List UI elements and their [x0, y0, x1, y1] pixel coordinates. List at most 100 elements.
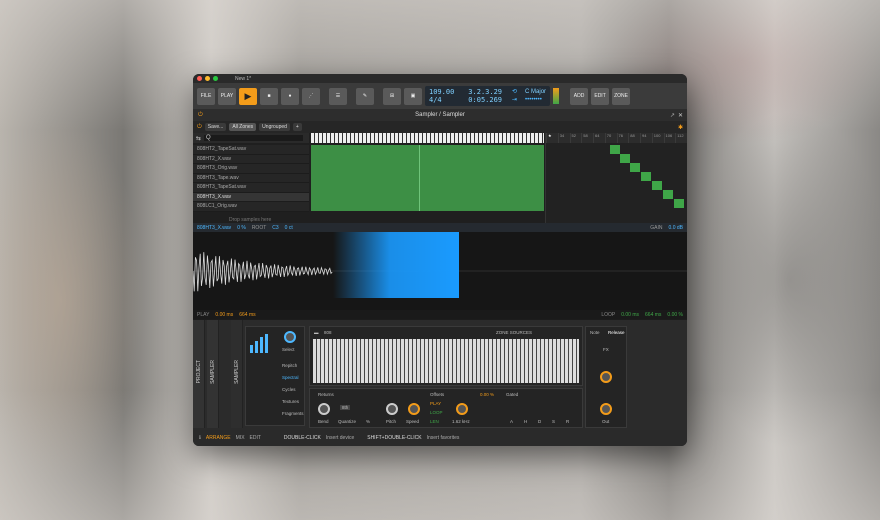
stop-button[interactable]: ■: [260, 87, 278, 105]
speed-knob[interactable]: [408, 403, 420, 415]
automation-button[interactable]: ⋰: [302, 87, 320, 105]
filter-icon[interactable]: ⇆: [196, 135, 201, 142]
quantize-value[interactable]: 8th: [340, 405, 351, 410]
loop-start-value[interactable]: 0.00 ms: [621, 312, 639, 318]
file-button[interactable]: FILE: [197, 87, 215, 105]
time-value[interactable]: 0:05.269: [468, 96, 502, 104]
list-item[interactable]: 808HT2_X.wav: [193, 154, 309, 164]
edit-tab[interactable]: EDIT: [250, 435, 261, 441]
zone-keyboard[interactable]: [313, 339, 579, 383]
key-value[interactable]: C Major: [525, 88, 546, 96]
cents-value[interactable]: 0 ct: [285, 225, 293, 231]
project-tab[interactable]: New 1*: [235, 76, 251, 82]
mode-item[interactable]: Cycles: [282, 387, 296, 392]
fine-value[interactable]: 0 %: [237, 225, 246, 231]
tool-button-3[interactable]: ⊞: [383, 87, 401, 105]
project-strip[interactable]: PROJECT: [193, 320, 205, 428]
sampler-device-strip[interactable]: SAMPLER: [231, 320, 243, 428]
list-item[interactable]: 808HT3_X.wav: [193, 192, 309, 202]
list-item[interactable]: 808HT3_Tape.wav: [193, 173, 309, 183]
zone-cell[interactable]: [641, 172, 651, 181]
edit-button[interactable]: EDIT: [591, 87, 610, 105]
zone-cell[interactable]: [630, 163, 640, 172]
output-panel: Note Release FX Out: [585, 326, 627, 428]
tool-button-1[interactable]: ☰: [329, 87, 347, 105]
loop-icon[interactable]: ⟲: [512, 88, 517, 96]
note-tab[interactable]: Note: [590, 330, 600, 335]
piano-keyboard[interactable]: [311, 133, 544, 143]
gain-percent[interactable]: 0.00 %: [480, 392, 494, 397]
position-value[interactable]: 3.2.3.29: [468, 88, 502, 96]
zone-cell[interactable]: [663, 190, 673, 199]
tool-button-2[interactable]: ✎: [356, 87, 374, 105]
tempo-value[interactable]: 109.00: [429, 88, 454, 96]
out-knob[interactable]: [600, 403, 612, 415]
add-group-button[interactable]: +: [292, 123, 302, 131]
power-icon[interactable]: ⏻: [197, 124, 202, 131]
pitch-knob[interactable]: [386, 403, 398, 415]
play-menu-button[interactable]: PLAY: [218, 87, 236, 105]
pan-knob[interactable]: [600, 371, 612, 383]
len-toggle[interactable]: LEN: [430, 419, 439, 424]
ungrouped-tab[interactable]: Ungrouped: [259, 123, 290, 131]
play-toggle[interactable]: PLAY: [430, 401, 441, 406]
cutoff-value[interactable]: 1.62 kHz: [452, 419, 470, 424]
close-icon[interactable]: ✕: [678, 112, 683, 119]
mode-item[interactable]: Spectral: [282, 375, 299, 380]
all-zones-tab[interactable]: All Zones: [229, 123, 257, 131]
star-icon[interactable]: ★: [546, 133, 558, 143]
zoom-dot[interactable]: [213, 76, 218, 81]
info-icon[interactable]: ℹ: [199, 435, 201, 441]
zone-cell[interactable]: [620, 154, 630, 163]
zone-cell[interactable]: [652, 181, 662, 190]
folder-icon[interactable]: ▬: [314, 330, 319, 335]
search-input[interactable]: Q: [204, 135, 303, 141]
list-item[interactable]: 808HT3_TapeSat.wav: [193, 183, 309, 193]
record-button[interactable]: ●: [281, 87, 299, 105]
waveform-view[interactable]: [193, 232, 687, 310]
sampler-strip[interactable]: SAMPLER: [207, 320, 219, 428]
close-dot[interactable]: [197, 76, 202, 81]
zone-cell[interactable]: [610, 145, 620, 154]
start-value[interactable]: 0.00 ms: [215, 312, 233, 318]
zone-button[interactable]: ZONE: [612, 87, 631, 105]
stop-icon: ■: [267, 93, 271, 99]
arrange-tab[interactable]: ARRANGE: [206, 435, 231, 441]
mode-item[interactable]: Fragments: [282, 411, 304, 416]
power-icon[interactable]: ⏻: [198, 112, 203, 119]
settings-icon[interactable]: ✱: [678, 124, 683, 131]
select-knob[interactable]: [284, 331, 296, 343]
save-button[interactable]: Save...: [204, 123, 227, 131]
ruler-label: 52: [569, 133, 582, 143]
cutoff-knob[interactable]: [456, 403, 468, 415]
end-value[interactable]: 664 ms: [239, 312, 255, 318]
add-button[interactable]: ADD: [570, 87, 589, 105]
bend-knob[interactable]: [318, 403, 330, 415]
loop-region[interactable]: [333, 232, 459, 298]
loop-end-value[interactable]: 664 ms: [645, 312, 661, 318]
velocity-grid[interactable]: ★ 34 52 58 64 70 76 88 94 100 106 112: [545, 133, 687, 223]
fx-button[interactable]: FX: [603, 347, 609, 352]
mix-tab[interactable]: MIX: [236, 435, 245, 441]
list-item[interactable]: 808HT2_TapeSat.wav: [193, 145, 309, 155]
minimize-dot[interactable]: [205, 76, 210, 81]
mode-item[interactable]: Repitch: [282, 363, 297, 368]
crossfade-value[interactable]: 0.00 %: [667, 312, 683, 318]
root-value[interactable]: C3: [272, 225, 278, 231]
release-tab[interactable]: Release: [608, 330, 625, 335]
signature-value[interactable]: 4/4: [429, 96, 454, 104]
detach-icon[interactable]: ↗: [670, 112, 675, 119]
punch-icon[interactable]: ⇥: [512, 96, 517, 104]
returns-label[interactable]: Returns: [318, 392, 334, 397]
zone-name[interactable]: 808: [324, 330, 332, 335]
list-item[interactable]: 808HT3_Orig.wav: [193, 164, 309, 174]
zone-key-range[interactable]: [311, 145, 544, 211]
tool-button-4[interactable]: ▣: [404, 87, 422, 105]
zone-cell[interactable]: [674, 199, 684, 208]
gated-label[interactable]: Gated: [506, 392, 518, 397]
mode-item[interactable]: Textures: [282, 399, 299, 404]
play-button[interactable]: ▶: [239, 87, 257, 105]
gain-value[interactable]: 0.0 dB: [669, 225, 683, 231]
loop-toggle[interactable]: LOOP: [430, 410, 443, 415]
list-item[interactable]: 808LC1_Orig.wav: [193, 202, 309, 212]
